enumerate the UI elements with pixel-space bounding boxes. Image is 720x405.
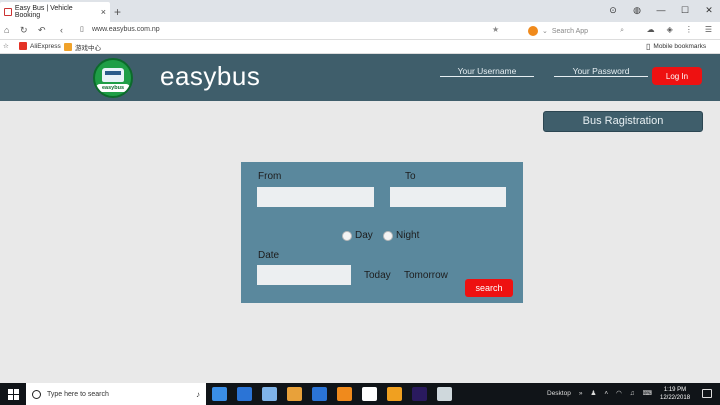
menu-icon[interactable]: ☰ — [705, 25, 712, 34]
tab-favicon-icon — [4, 8, 12, 16]
bookmarks-bar: ☆ AliExpress 游戏中心 ▯ Mobile bookmarks — [0, 40, 720, 54]
microphone-icon[interactable]: ♪ — [196, 390, 200, 399]
search-app-box[interactable]: ⌄ Search App ⌕ — [528, 25, 624, 37]
cloud-icon[interactable]: ☁ — [647, 25, 655, 34]
mobile-bookmarks-label: Mobile bookmarks — [653, 43, 707, 50]
search-app-placeholder: Search App — [551, 27, 589, 35]
bookmark-aliexpress[interactable]: AliExpress — [19, 42, 61, 50]
night-label: Night — [396, 230, 420, 241]
day-option[interactable]: Day — [342, 230, 373, 241]
bookmark-label: AliExpress — [30, 42, 61, 50]
taskbar: Type here to search ♪ Desktop » ♟ ˄ ◠ ♫ … — [0, 383, 720, 405]
night-option[interactable]: Night — [383, 230, 419, 241]
maximize-icon[interactable]: ☐ — [680, 5, 690, 16]
address-bar: ⌂ ↻ ↶ ‹ ▯ www.easybus.com.np ★ ⌄ Search … — [0, 22, 720, 40]
screen: Easy Bus | Vehicle Booking × + ⊙ ◍ — ☐ ✕… — [0, 0, 720, 405]
bus-icon — [102, 68, 124, 82]
password-field[interactable]: Your Password — [554, 66, 648, 77]
undo-icon[interactable]: ↶ — [38, 25, 46, 36]
bus-registration-button[interactable]: Bus Ragistration — [543, 111, 703, 132]
people-icon[interactable]: ♟ — [590, 389, 596, 397]
settings-icon[interactable]: ⊙ — [608, 5, 618, 16]
taskbar-app-icon-10[interactable] — [437, 387, 452, 401]
search-button[interactable]: search — [465, 279, 513, 297]
bookmark-game-center[interactable]: 游戏中心 — [64, 42, 101, 52]
star-icon[interactable]: ★ — [492, 25, 499, 34]
new-tab-icon[interactable]: + — [114, 5, 121, 19]
minimize-icon[interactable]: — — [656, 5, 666, 16]
input-icon[interactable]: ⌨ — [643, 389, 652, 397]
date-input[interactable] — [257, 265, 351, 285]
to-label: To — [405, 171, 416, 182]
shield-check-icon[interactable]: ◈ — [667, 25, 673, 34]
from-input[interactable] — [257, 187, 374, 207]
taskbar-app-icon-7[interactable] — [362, 387, 377, 401]
shield-icon[interactable]: ◍ — [632, 5, 642, 16]
search-icon[interactable]: ⌕ — [620, 27, 624, 35]
taskbar-app-icon-1[interactable] — [212, 387, 227, 401]
taskbar-search[interactable]: Type here to search ♪ — [26, 383, 206, 405]
mobile-bookmarks[interactable]: ▯ Mobile bookmarks — [646, 42, 706, 51]
bookmark-star-icon[interactable]: ☆ — [3, 42, 9, 50]
night-radio[interactable] — [383, 230, 393, 241]
taskbar-app-icon-6[interactable] — [337, 387, 352, 401]
volume-icon[interactable]: ♫ — [630, 390, 635, 397]
search-engine-logo-icon — [528, 26, 538, 36]
browser-tab[interactable]: Easy Bus | Vehicle Booking × — [0, 2, 110, 22]
today-link[interactable]: Today — [364, 270, 391, 281]
toolbar-icons: ☁ ◈ ⋮ ☰ — [647, 25, 712, 34]
day-radio[interactable] — [342, 230, 352, 241]
chevron-down-icon: ⌄ — [542, 28, 548, 35]
logo-text: easybus — [96, 84, 130, 92]
taskbar-app-icon-3[interactable] — [262, 387, 277, 401]
window-controls: ⊙ ◍ — ☐ ✕ — [608, 5, 714, 16]
home-icon[interactable]: ⌂ — [4, 25, 9, 35]
taskbar-search-placeholder: Type here to search — [47, 390, 109, 398]
username-field[interactable]: Your Username — [440, 66, 534, 77]
cortana-icon — [32, 389, 41, 399]
desktop-toolbar-label[interactable]: Desktop — [547, 390, 571, 397]
mobile-icon: ▯ — [646, 42, 651, 51]
clock-time: 1:19 PM — [663, 387, 687, 393]
reload-icon[interactable]: ↻ — [20, 25, 28, 36]
taskbar-app-icon-4[interactable] — [287, 387, 302, 401]
brand-title: easybus — [160, 61, 261, 91]
url-field[interactable]: www.easybus.com.np — [92, 26, 160, 33]
back-icon[interactable]: ‹ — [60, 25, 63, 35]
taskbar-app-icon-8[interactable] — [387, 387, 402, 401]
date-label: Date — [258, 250, 280, 261]
page-icon: ▯ — [80, 26, 84, 33]
close-icon[interactable]: ✕ — [704, 5, 714, 16]
taskbar-app-icon-2[interactable] — [237, 387, 252, 401]
aliexpress-icon — [19, 42, 27, 50]
easybus-logo[interactable]: easybus — [93, 58, 133, 98]
tray-chevron-up-icon[interactable]: ˄ — [604, 390, 608, 397]
windows-start-icon[interactable] — [8, 389, 19, 400]
notification-icon[interactable] — [702, 389, 712, 398]
more-icon[interactable]: ⋮ — [685, 25, 693, 34]
tab-close-icon[interactable]: × — [101, 7, 106, 17]
game-center-icon — [64, 43, 72, 51]
tab-title: Easy Bus | Vehicle Booking — [14, 5, 73, 19]
day-label: Day — [355, 230, 373, 241]
taskbar-app-icon-5[interactable] — [312, 387, 327, 401]
system-tray: Desktop » ♟ ˄ ◠ ♫ ⌨ — [547, 389, 652, 398]
login-button[interactable]: Log In — [652, 67, 702, 85]
taskbar-apps — [212, 387, 452, 401]
clock-date: 12/22/2018 — [660, 395, 691, 401]
to-input[interactable] — [390, 187, 506, 207]
taskbar-clock[interactable]: 1:19 PM 12/22/2018 — [660, 386, 690, 402]
browser-titlebar: Easy Bus | Vehicle Booking × + ⊙ ◍ — ☐ ✕ — [0, 0, 720, 22]
bookmark-label: 游戏中心 — [75, 45, 101, 52]
desktop-chevron-icon[interactable]: » — [579, 390, 583, 397]
from-label: From — [258, 171, 282, 182]
tomorrow-link[interactable]: Tomorrow — [404, 270, 448, 281]
network-icon[interactable]: ◠ — [616, 389, 622, 397]
taskbar-app-icon-9[interactable] — [412, 387, 427, 401]
